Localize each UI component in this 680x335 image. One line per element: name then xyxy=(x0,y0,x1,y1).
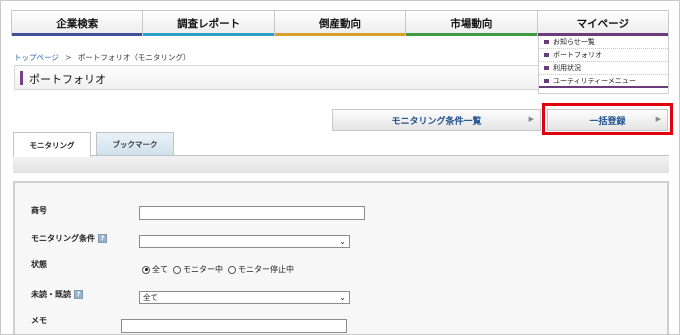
menu-item-utility[interactable]: ユーティリティーメニュー xyxy=(539,75,668,88)
highlight-box xyxy=(542,103,673,135)
help-icon[interactable]: ? xyxy=(98,234,107,243)
label-text: 未読・既読 xyxy=(31,290,71,299)
menu-item-label: お知らせ一覧 xyxy=(553,38,595,46)
nav-bankruptcy-trends[interactable]: 倒産動向 xyxy=(273,10,406,36)
label-text: モニタリング条件 xyxy=(31,234,95,243)
monitoring-condition-label: モニタリング条件? xyxy=(31,233,107,244)
nav-underline xyxy=(274,33,406,36)
label-text: 商号 xyxy=(31,206,47,215)
nav-label: 調査レポート xyxy=(177,17,241,30)
read-status-select[interactable]: 全て ⌄ xyxy=(139,291,350,304)
bullet-icon xyxy=(544,66,549,70)
radio-label: モニター停止中 xyxy=(238,265,294,274)
status-radio-monitoring[interactable]: モニター中 xyxy=(173,264,223,275)
nav-mypage[interactable]: マイページ xyxy=(536,10,670,36)
radio-selected-icon xyxy=(142,265,150,274)
menu-item-usage[interactable]: 利用状況 xyxy=(539,62,668,75)
chevron-down-icon: ⌄ xyxy=(339,237,346,246)
menu-item-label: ユーティリティーメニュー xyxy=(553,76,636,85)
memo-input[interactable] xyxy=(121,319,347,333)
menu-item-portfolio[interactable]: ポートフォリオ xyxy=(539,49,668,62)
mypage-dropdown-menu: お知らせ一覧 ポートフォリオ 利用状況 ユーティリティーメニュー xyxy=(538,36,669,94)
title-accent-bar xyxy=(20,71,23,85)
menu-item-notices[interactable]: お知らせ一覧 xyxy=(539,36,668,49)
read-status-label: 未読・既読? xyxy=(31,289,83,300)
nav-company-search[interactable]: 企業検索 xyxy=(11,10,143,36)
status-label: 状態 xyxy=(31,259,47,270)
status-radio-stopped[interactable]: モニター停止中 xyxy=(228,264,294,275)
bullet-icon xyxy=(544,78,549,83)
label-text: メモ xyxy=(31,316,47,325)
nav-underline xyxy=(143,33,274,36)
status-radio-all[interactable]: 全て xyxy=(142,264,168,275)
radio-label: モニター中 xyxy=(183,265,223,274)
monitoring-conditions-list-button[interactable]: モニタリング条件一覧 ▶ xyxy=(332,109,541,131)
tab-content-header xyxy=(13,155,669,173)
tab-bookmark[interactable]: ブックマーク xyxy=(96,132,174,156)
nav-market-trends[interactable]: 市場動向 xyxy=(405,10,537,36)
menu-item-label: 利用状況 xyxy=(553,64,581,72)
memo-label: メモ xyxy=(31,315,47,326)
nav-underline xyxy=(406,33,537,36)
help-icon[interactable]: ? xyxy=(74,290,83,299)
bullet-icon xyxy=(544,53,549,57)
chevron-right-icon: ▶ xyxy=(528,115,534,123)
nav-label: 市場動向 xyxy=(450,17,493,30)
tab-label: モニタリング xyxy=(29,140,75,150)
chevron-down-icon: ⌄ xyxy=(339,293,346,302)
screen: 企業検索 調査レポート 倒産動向 市場動向 マイページ お知らせ一覧 ポートフォ… xyxy=(0,0,680,335)
breadcrumb-separator: > xyxy=(65,53,72,62)
radio-label: 全て xyxy=(152,265,168,274)
select-value: 全て xyxy=(143,293,158,302)
monitoring-condition-select[interactable]: ⌄ xyxy=(139,235,350,248)
nav-underline xyxy=(12,33,143,36)
nav-label: 企業検索 xyxy=(56,17,99,30)
breadcrumb-home-link[interactable]: トップページ xyxy=(14,53,59,62)
nav-label: 倒産動向 xyxy=(319,17,362,30)
nav-research-report[interactable]: 調査レポート xyxy=(142,10,274,36)
page-title: ポートフォリオ xyxy=(29,73,106,86)
radio-icon xyxy=(173,265,181,274)
nav-label: マイページ xyxy=(576,17,629,30)
trade-name-input[interactable] xyxy=(139,206,365,220)
tab-label: ブックマーク xyxy=(112,140,158,149)
bullet-icon xyxy=(544,40,549,44)
menu-item-label: ポートフォリオ xyxy=(553,51,602,59)
tab-monitoring[interactable]: モニタリング xyxy=(13,132,91,157)
global-nav: 企業検索 調査レポート 倒産動向 市場動向 マイページ xyxy=(11,10,670,36)
button-label: モニタリング条件一覧 xyxy=(391,116,482,127)
search-form-panel: 商号 モニタリング条件? ⌄ 状態 全て モニター中 モニター停止中 未読・既読… xyxy=(13,181,669,334)
status-radio-group: 全て モニター中 モニター停止中 xyxy=(142,264,299,275)
breadcrumb: トップページ > ポートフォリオ（モニタリング） xyxy=(14,52,190,63)
radio-icon xyxy=(228,265,236,274)
trade-name-label: 商号 xyxy=(31,205,47,216)
label-text: 状態 xyxy=(31,260,47,269)
breadcrumb-current: ポートフォリオ（モニタリング） xyxy=(77,53,191,62)
